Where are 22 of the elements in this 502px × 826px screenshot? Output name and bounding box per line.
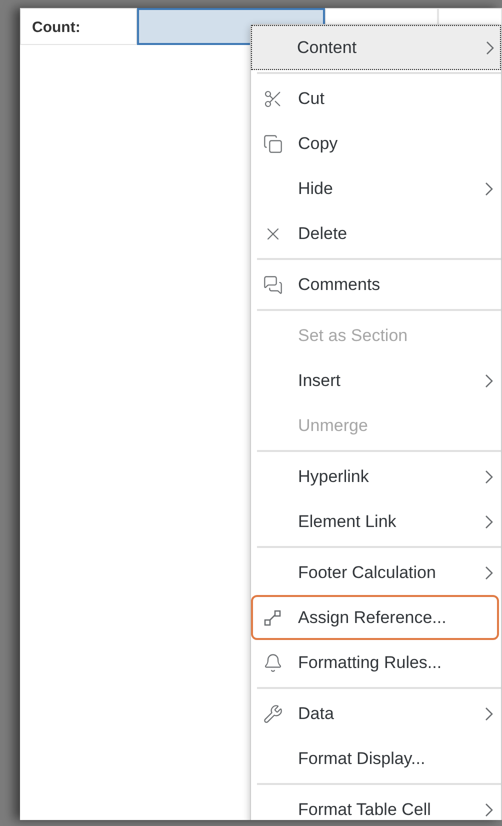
menu-item[interactable]: Comments (251, 262, 501, 307)
reference-icon (263, 608, 283, 628)
menu-item[interactable]: Format Display... (251, 736, 501, 781)
menu-item[interactable]: Hide (251, 166, 501, 211)
label-cell: Count: (20, 8, 137, 45)
menu-item[interactable]: Footer Calculation (251, 550, 501, 595)
copy-icon (263, 134, 283, 154)
menu-item[interactable]: Hyperlink (251, 454, 501, 499)
tools-icon (263, 704, 283, 724)
scissors-icon (263, 88, 283, 108)
menu-item[interactable]: Format Table Cell (251, 787, 501, 820)
menu-item[interactable]: Formatting Rules... (251, 640, 501, 685)
menu-item[interactable]: Cut (251, 76, 501, 121)
bell-icon (263, 652, 283, 672)
menu-item[interactable]: Copy (251, 121, 501, 166)
comments-icon (263, 274, 283, 294)
menu-item[interactable]: Assign Reference... (251, 595, 499, 640)
menu-item[interactable]: Element Link (251, 499, 501, 544)
menu-item[interactable]: Insert (251, 358, 501, 403)
menu-item[interactable]: Content (251, 25, 501, 70)
menu-item[interactable]: Data (251, 691, 501, 736)
menu-item[interactable]: Delete (251, 211, 501, 256)
